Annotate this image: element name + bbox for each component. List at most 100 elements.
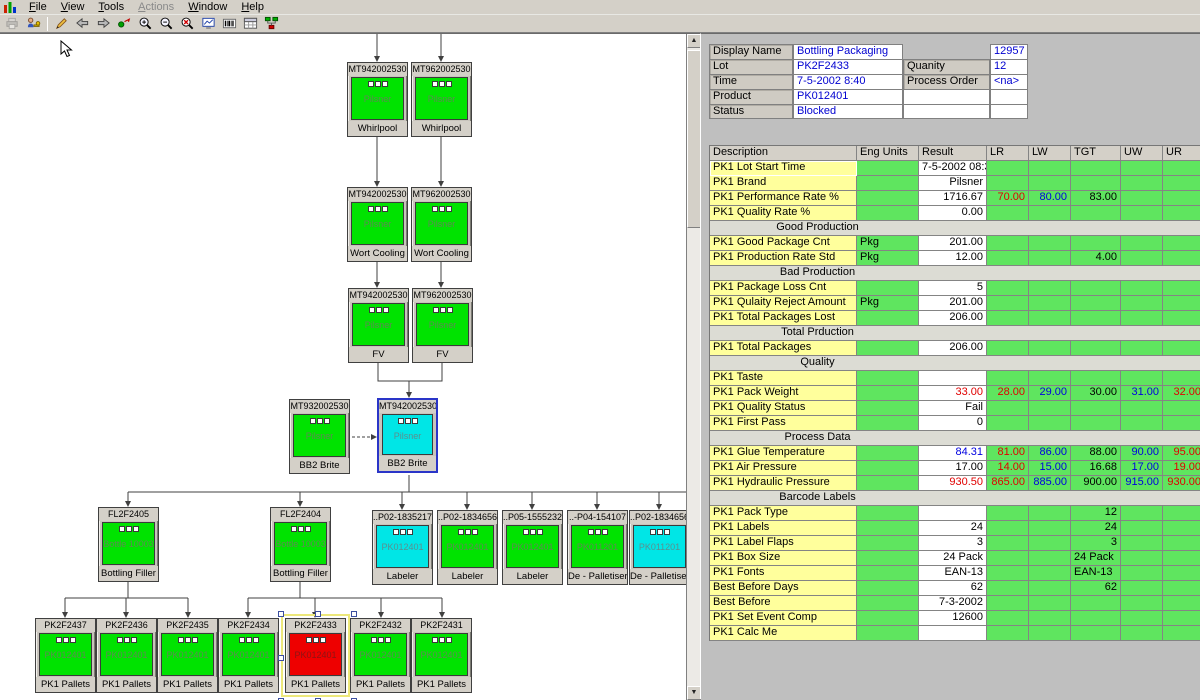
table-row[interactable]: Total Prduction bbox=[710, 326, 1200, 341]
flow-node-wp2[interactable]: MT962002530PilsnerWhirlpool bbox=[411, 62, 472, 137]
menu-file[interactable]: File bbox=[22, 0, 54, 14]
flow-node-fv2[interactable]: MT962002530PilsnerFV bbox=[412, 288, 473, 363]
description-cell[interactable]: PK1 Good Package Cnt bbox=[710, 236, 857, 251]
table-row[interactable]: PK1 Taste bbox=[710, 371, 1200, 386]
menu-view[interactable]: View bbox=[54, 0, 92, 14]
table-row[interactable]: PK1 Quality StatusFail bbox=[710, 401, 1200, 416]
flow-node-lb1[interactable]: ..P02-1835217PK012401Labeler bbox=[372, 510, 433, 585]
description-cell[interactable]: PK1 Glue Temperature bbox=[710, 446, 857, 461]
flow-node-wp1[interactable]: MT942002530PilsnerWhirlpool bbox=[347, 62, 408, 137]
scroll-up-button[interactable]: ▲ bbox=[687, 34, 701, 48]
table-row[interactable]: PK1 Label Flaps33 bbox=[710, 536, 1200, 551]
table-row[interactable]: PK1 Set Event Comp12600 bbox=[710, 611, 1200, 626]
description-cell[interactable]: PK1 Total Packages bbox=[710, 341, 857, 356]
flow-vertical-scrollbar[interactable]: ▲ ▼ bbox=[686, 34, 700, 700]
flow-node-fv1[interactable]: MT942002530PilsnerFV bbox=[348, 288, 409, 363]
flow-node-pl7[interactable]: PK2F2431PK012401PK1 Pallets bbox=[411, 618, 472, 693]
table-row[interactable]: Best Before7-3-2002 bbox=[710, 596, 1200, 611]
description-cell[interactable]: PK1 Quality Rate % bbox=[710, 206, 857, 221]
description-cell[interactable]: Best Before Days bbox=[710, 581, 857, 596]
flow-node-pl6[interactable]: PK2F2432PK012401PK1 Pallets bbox=[350, 618, 411, 693]
barcode-view-button[interactable] bbox=[219, 15, 240, 32]
flow-node-wc2[interactable]: MT962002530PilsnerWort Cooling bbox=[411, 187, 472, 262]
nav-forward-button[interactable] bbox=[93, 15, 114, 32]
go-button[interactable] bbox=[114, 15, 135, 32]
description-cell[interactable]: PK1 Qulaity Reject Amount bbox=[710, 296, 857, 311]
table-row[interactable]: PK1 Lot Start Time7-5-2002 08:37:26 bbox=[710, 161, 1200, 176]
selection-handle[interactable] bbox=[278, 611, 284, 617]
table-row[interactable]: PK1 Quality Rate %0.00 bbox=[710, 206, 1200, 221]
description-cell[interactable]: PK1 Performance Rate % bbox=[710, 191, 857, 206]
table-row[interactable]: Good Production bbox=[710, 221, 1200, 236]
flow-node-dp2[interactable]: ..P02-1834656PK011201De - Palletiser bbox=[629, 510, 686, 585]
description-cell[interactable]: PK1 Quality Status bbox=[710, 401, 857, 416]
menu-tools[interactable]: Tools bbox=[91, 0, 131, 14]
description-cell[interactable]: PK1 Fonts bbox=[710, 566, 857, 581]
table-row[interactable]: PK1 Pack Type12 bbox=[710, 506, 1200, 521]
description-cell[interactable]: PK1 Pack Type bbox=[710, 506, 857, 521]
table-row[interactable]: PK1 FontsEAN-13EAN-13 bbox=[710, 566, 1200, 581]
table-row[interactable]: Quality bbox=[710, 356, 1200, 371]
flow-node-wc1[interactable]: MT942002530PilsnerWort Cooling bbox=[347, 187, 408, 262]
table-row[interactable]: Bad Production bbox=[710, 266, 1200, 281]
selection-handle[interactable] bbox=[315, 611, 321, 617]
description-cell[interactable]: PK1 Calc Me bbox=[710, 626, 857, 641]
column-header[interactable]: Description bbox=[710, 146, 857, 161]
description-cell[interactable]: PK1 Production Rate Std bbox=[710, 251, 857, 266]
table-row[interactable]: Best Before Days6262 bbox=[710, 581, 1200, 596]
column-header[interactable]: UR bbox=[1163, 146, 1200, 161]
table-row[interactable]: PK1 BrandPilsner bbox=[710, 176, 1200, 191]
column-header[interactable]: UW bbox=[1121, 146, 1163, 161]
table-row[interactable]: PK1 Good Package CntPkg201.00 bbox=[710, 236, 1200, 251]
description-cell[interactable]: PK1 Hydraulic Pressure bbox=[710, 476, 857, 491]
table-row[interactable]: Process Data bbox=[710, 431, 1200, 446]
column-header[interactable]: Result bbox=[919, 146, 987, 161]
table-row[interactable]: PK1 Total Packages Lost206.00 bbox=[710, 311, 1200, 326]
description-cell[interactable]: PK1 Labels bbox=[710, 521, 857, 536]
zoom-in-button[interactable] bbox=[135, 15, 156, 32]
table-row[interactable]: PK1 Calc Me bbox=[710, 626, 1200, 641]
grid-view-button[interactable] bbox=[240, 15, 261, 32]
flow-node-bb1[interactable]: MT932002530PilsnerBB2 Brite bbox=[289, 399, 350, 474]
zoom-cancel-button[interactable] bbox=[177, 15, 198, 32]
user-login-button[interactable] bbox=[23, 15, 44, 32]
table-row[interactable]: PK1 Hydraulic Pressure930.50865.00885.00… bbox=[710, 476, 1200, 491]
flow-node-bf2[interactable]: FL2F2404Bottle 10003Bottling Filler bbox=[270, 507, 331, 582]
column-header[interactable]: LR bbox=[987, 146, 1029, 161]
flow-node-dp1[interactable]: ..-P04-154107PK011201De - Palletiser bbox=[567, 510, 628, 585]
table-row[interactable]: PK1 Total Packages206.00 bbox=[710, 341, 1200, 356]
flow-node-pl3[interactable]: PK2F2435PK012401PK1 Pallets bbox=[157, 618, 218, 693]
menu-window[interactable]: Window bbox=[181, 0, 234, 14]
scroll-thumb[interactable] bbox=[687, 50, 701, 228]
edit-pencil-button[interactable] bbox=[51, 15, 72, 32]
description-cell[interactable]: PK1 Pack Weight bbox=[710, 386, 857, 401]
column-header[interactable]: Eng Units bbox=[857, 146, 919, 161]
selection-handle[interactable] bbox=[351, 611, 357, 617]
chart-view-button[interactable] bbox=[198, 15, 219, 32]
table-row[interactable]: PK1 First Pass0 bbox=[710, 416, 1200, 431]
description-cell[interactable]: PK1 Air Pressure bbox=[710, 461, 857, 476]
zoom-out-button[interactable] bbox=[156, 15, 177, 32]
description-cell[interactable]: PK1 First Pass bbox=[710, 416, 857, 431]
column-header[interactable]: TGT bbox=[1071, 146, 1121, 161]
selection-handle[interactable] bbox=[278, 655, 284, 661]
column-header[interactable]: LW bbox=[1029, 146, 1071, 161]
table-row[interactable]: PK1 Air Pressure17.0014.0015.0016.6817.0… bbox=[710, 461, 1200, 476]
description-cell[interactable]: Best Before bbox=[710, 596, 857, 611]
genealogy-canvas[interactable]: MT942002530PilsnerWhirlpoolMT962002530Pi… bbox=[0, 34, 686, 700]
flow-node-pl2[interactable]: PK2F2436PK012401PK1 Pallets bbox=[96, 618, 157, 693]
table-row[interactable]: PK1 Labels2424 bbox=[710, 521, 1200, 536]
tree-view-button[interactable] bbox=[261, 15, 282, 32]
description-cell[interactable]: PK1 Set Event Comp bbox=[710, 611, 857, 626]
flow-node-bf1[interactable]: FL2F2405Bottle 10003Bottling Filler bbox=[98, 507, 159, 582]
flow-node-pl4[interactable]: PK2F2434PK012401PK1 Pallets bbox=[218, 618, 279, 693]
flow-node-lb3[interactable]: ..P05-1555232PK012401Labeler bbox=[502, 510, 563, 585]
table-row[interactable]: PK1 Pack Weight33.0028.0029.0030.0031.00… bbox=[710, 386, 1200, 401]
description-cell[interactable]: PK1 Brand bbox=[710, 176, 857, 191]
nav-back-button[interactable] bbox=[72, 15, 93, 32]
menu-help[interactable]: Help bbox=[234, 0, 271, 14]
flow-node-bb2[interactable]: MT942002530PilsnerBB2 Brite bbox=[377, 398, 438, 473]
table-row[interactable]: PK1 Performance Rate %1716.6770.0080.008… bbox=[710, 191, 1200, 206]
description-cell[interactable]: PK1 Taste bbox=[710, 371, 857, 386]
description-cell[interactable]: PK1 Lot Start Time bbox=[710, 161, 857, 176]
